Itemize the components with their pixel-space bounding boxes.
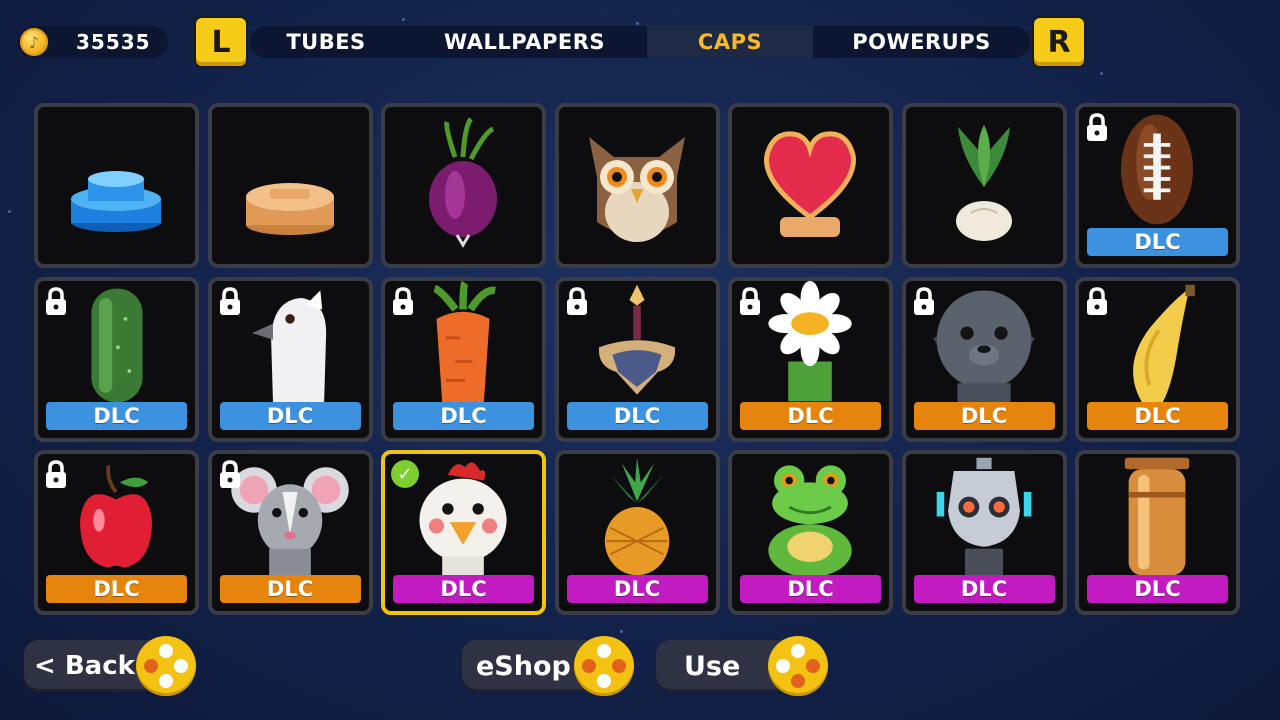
- coin-icon: ♪: [20, 28, 48, 56]
- frog-icon: [768, 465, 852, 578]
- bullet-icon: [1124, 457, 1190, 576]
- tab-caps[interactable]: CAPS: [647, 26, 813, 58]
- left-shoulder-button[interactable]: L: [196, 18, 246, 66]
- dlc-badge: DLC: [219, 575, 361, 603]
- cap-slot[interactable]: DLC: [728, 450, 893, 615]
- dlc-badge: DLC: [1087, 575, 1228, 603]
- cap-slot[interactable]: DLC: [34, 450, 199, 615]
- cap-slot[interactable]: [901, 103, 1067, 268]
- star-decoration: [636, 22, 639, 25]
- cap-slot[interactable]: [34, 103, 199, 268]
- cap-slot[interactable]: DLC: [901, 450, 1067, 615]
- category-tabs: TUBES WALLPAPERS CAPS POWERUPS: [250, 26, 1030, 58]
- heart-icon: [764, 131, 856, 237]
- dlc-badge: DLC: [913, 401, 1055, 430]
- dlc-badge: DLC: [393, 575, 534, 603]
- cap-slot[interactable]: [381, 103, 546, 268]
- controller-buttons-icon: [768, 636, 828, 696]
- cap-slot[interactable]: [728, 103, 893, 268]
- star-decoration: [8, 210, 11, 213]
- owl-icon: [588, 137, 685, 242]
- cap-slot[interactable]: ✓ DLC: [381, 450, 546, 615]
- garlic-icon: [955, 125, 1012, 241]
- cap-slot[interactable]: DLC: [381, 276, 546, 442]
- tab-wallpapers[interactable]: WALLPAPERS: [402, 26, 647, 58]
- lock-icon: [393, 286, 413, 315]
- red-onion-icon: [429, 117, 497, 248]
- lock-icon: [1087, 286, 1107, 315]
- cap-slot[interactable]: DLC: [554, 276, 720, 442]
- dlc-badge: DLC: [566, 575, 708, 603]
- dlc-badge: DLC: [219, 401, 361, 430]
- dlc-badge: DLC: [740, 401, 881, 430]
- star-decoration: [402, 18, 405, 21]
- cap-slot[interactable]: [554, 103, 720, 268]
- dlc-badge: DLC: [46, 575, 187, 603]
- cap-slot[interactable]: DLC: [554, 450, 720, 615]
- dlc-badge: DLC: [913, 575, 1055, 603]
- blue-cap-icon: [71, 171, 161, 232]
- controller-buttons-icon: [574, 636, 634, 696]
- check-icon: ✓: [391, 460, 419, 488]
- cap-slot[interactable]: [207, 103, 373, 268]
- tab-powerups[interactable]: POWERUPS: [813, 26, 1030, 58]
- lock-icon: [1087, 113, 1107, 141]
- controller-buttons-icon: [136, 636, 196, 696]
- cap-slot[interactable]: DLC: [34, 276, 199, 442]
- lock-icon: [219, 286, 240, 315]
- right-shoulder-button[interactable]: R: [1034, 18, 1084, 66]
- pineapple-icon: [604, 457, 669, 576]
- lock-icon: [46, 286, 66, 315]
- cap-slot[interactable]: DLC: [1075, 450, 1240, 615]
- dlc-badge: DLC: [393, 401, 534, 430]
- lock-icon: [740, 286, 760, 315]
- tab-tubes[interactable]: TUBES: [250, 26, 402, 58]
- dlc-badge: DLC: [1087, 401, 1228, 430]
- cap-slot[interactable]: DLC: [207, 450, 373, 615]
- coin-value: 35535: [76, 30, 151, 54]
- cap-slot[interactable]: DLC: [728, 276, 893, 442]
- back-button[interactable]: < Back: [24, 636, 196, 696]
- lock-icon: [46, 460, 66, 488]
- dlc-badge: DLC: [740, 575, 881, 603]
- lock-icon: [566, 286, 587, 315]
- cap-slot[interactable]: DLC: [1075, 276, 1240, 442]
- dlc-badge: DLC: [46, 401, 187, 430]
- lock-icon: [219, 460, 240, 488]
- star-decoration: [1100, 72, 1103, 75]
- coin-counter: ♪ 35535: [18, 26, 168, 58]
- use-button[interactable]: Use: [656, 636, 828, 696]
- eshop-button[interactable]: eShop: [462, 636, 634, 696]
- dlc-badge: DLC: [1087, 228, 1228, 256]
- star-decoration: [620, 630, 623, 633]
- cap-slot[interactable]: DLC: [901, 276, 1067, 442]
- lock-icon: [913, 286, 934, 315]
- dlc-badge: DLC: [566, 401, 708, 430]
- wooden-cap-icon: [245, 183, 334, 235]
- cap-slot[interactable]: DLC: [207, 276, 373, 442]
- caps-grid: DLC DLC DLC DLC DLC DLC DLC DLC DLC DLC ✓ DLC DLC DLC…: [34, 103, 1240, 615]
- robot-icon: [936, 457, 1031, 576]
- cap-slot[interactable]: DLC: [1075, 103, 1240, 268]
